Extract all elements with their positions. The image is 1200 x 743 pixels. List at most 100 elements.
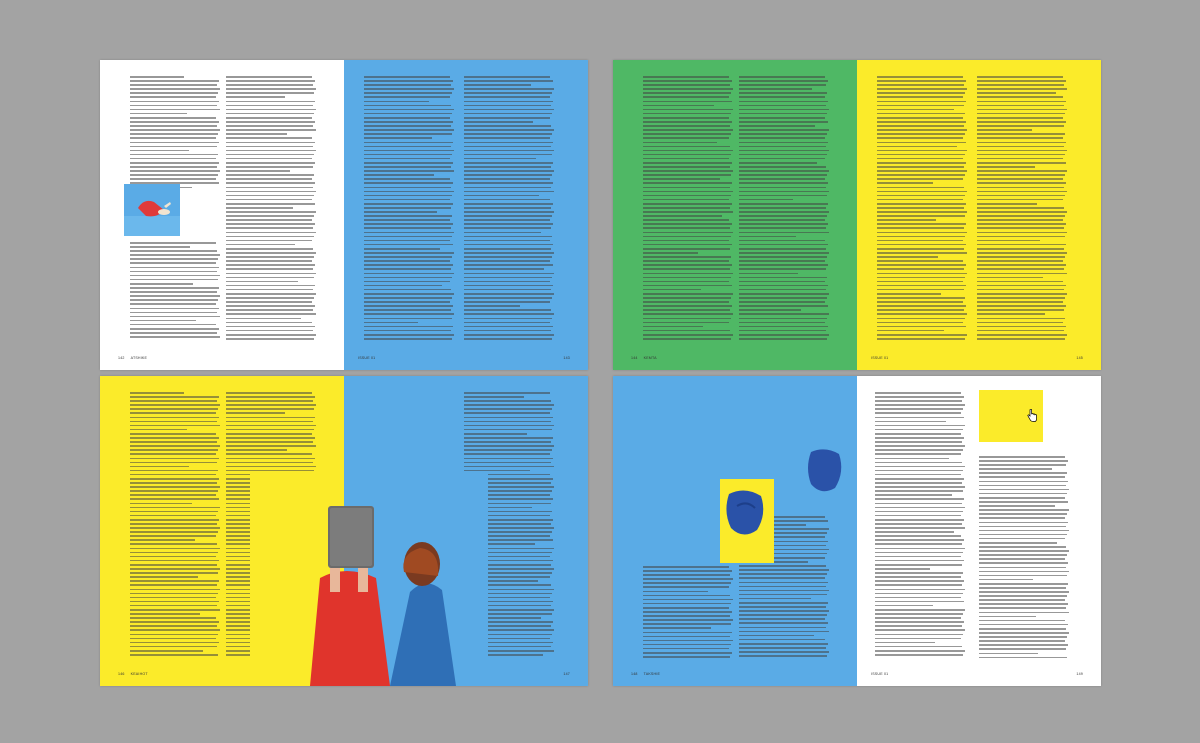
text-line (739, 565, 827, 567)
text-line (877, 211, 967, 213)
text-line (643, 635, 731, 638)
text-line (464, 400, 552, 402)
text-line (364, 133, 453, 135)
text-line (130, 608, 220, 611)
text-line (977, 145, 1065, 148)
text-line (977, 252, 1067, 254)
text-line (875, 408, 964, 410)
text-line (643, 284, 733, 287)
text-line (464, 235, 553, 238)
text-line (226, 412, 285, 415)
text-line (739, 182, 829, 185)
text-line (877, 207, 965, 209)
text-line (979, 480, 1069, 483)
text-line (130, 258, 219, 260)
text-line (739, 133, 828, 135)
text-line (364, 125, 452, 127)
text-line (875, 584, 963, 586)
text-line (364, 84, 452, 86)
text-line (979, 558, 1066, 560)
text-line (130, 84, 218, 86)
text-line (464, 305, 520, 307)
text-line (130, 319, 196, 322)
text-line (979, 472, 1068, 474)
text-line (364, 116, 451, 119)
text-line (739, 651, 829, 653)
text-line (643, 566, 730, 568)
text-line (643, 149, 733, 152)
text-line (130, 412, 217, 415)
text-line (464, 141, 554, 144)
text-line (877, 243, 967, 246)
text-line (364, 182, 454, 185)
text-line (877, 268, 965, 270)
text-line (130, 170, 220, 172)
text-line (130, 274, 220, 277)
text-line (130, 336, 220, 338)
text-line (464, 333, 554, 336)
text-line (877, 129, 967, 131)
text-line (977, 247, 1065, 250)
text-line (464, 161, 554, 164)
text-line (977, 80, 1067, 82)
text-line (464, 276, 553, 279)
text-line (464, 149, 554, 152)
text-line (977, 84, 1065, 86)
text-line (364, 325, 454, 328)
text-line (130, 551, 219, 554)
text-line (226, 268, 314, 270)
text-line (877, 247, 965, 250)
text-line (877, 161, 967, 164)
text-line (877, 276, 966, 279)
text-line (977, 313, 1046, 316)
text-line (364, 166, 452, 168)
text-line (739, 243, 829, 246)
text-line (875, 477, 965, 480)
text-line (977, 243, 1067, 246)
text-line (877, 313, 967, 316)
text-line (130, 92, 219, 94)
text-line (130, 327, 220, 330)
text-line (364, 211, 437, 213)
text-line (130, 457, 220, 460)
text-line (130, 278, 219, 281)
text-column (739, 76, 829, 346)
text-line (875, 535, 962, 537)
text-line (130, 576, 198, 578)
text-line (226, 437, 316, 439)
text-line (643, 647, 730, 650)
text-line (875, 617, 962, 619)
text-line (130, 311, 218, 314)
text-line (739, 157, 826, 160)
text-line (464, 190, 554, 193)
text-line (877, 76, 964, 78)
text-line (739, 129, 829, 131)
text-line (130, 469, 219, 472)
text-line (977, 194, 1066, 197)
folio-right-number: 145 (1076, 356, 1083, 360)
text-line (875, 645, 963, 648)
text-line (877, 317, 966, 320)
page-number: 142 (118, 356, 125, 360)
text-line (739, 190, 829, 193)
text-line (979, 615, 1036, 618)
text-line (130, 178, 217, 180)
text-line (739, 329, 827, 332)
text-line (364, 284, 443, 287)
text-line (364, 161, 454, 164)
page-143: ISSUE 01 143 (344, 60, 588, 370)
text-line (877, 121, 967, 123)
text-line (130, 88, 220, 90)
text-line (226, 112, 315, 115)
text-line (979, 476, 1066, 479)
text-line (130, 621, 220, 623)
text-line (739, 577, 826, 579)
text-line (464, 80, 554, 82)
text-line (464, 207, 552, 209)
text-line (739, 215, 828, 217)
photo-blue-garment-upper (805, 446, 845, 496)
text-line (464, 449, 553, 451)
folio-right-number: 149 (1076, 672, 1083, 676)
text-line (364, 170, 454, 172)
text-line (464, 338, 553, 340)
